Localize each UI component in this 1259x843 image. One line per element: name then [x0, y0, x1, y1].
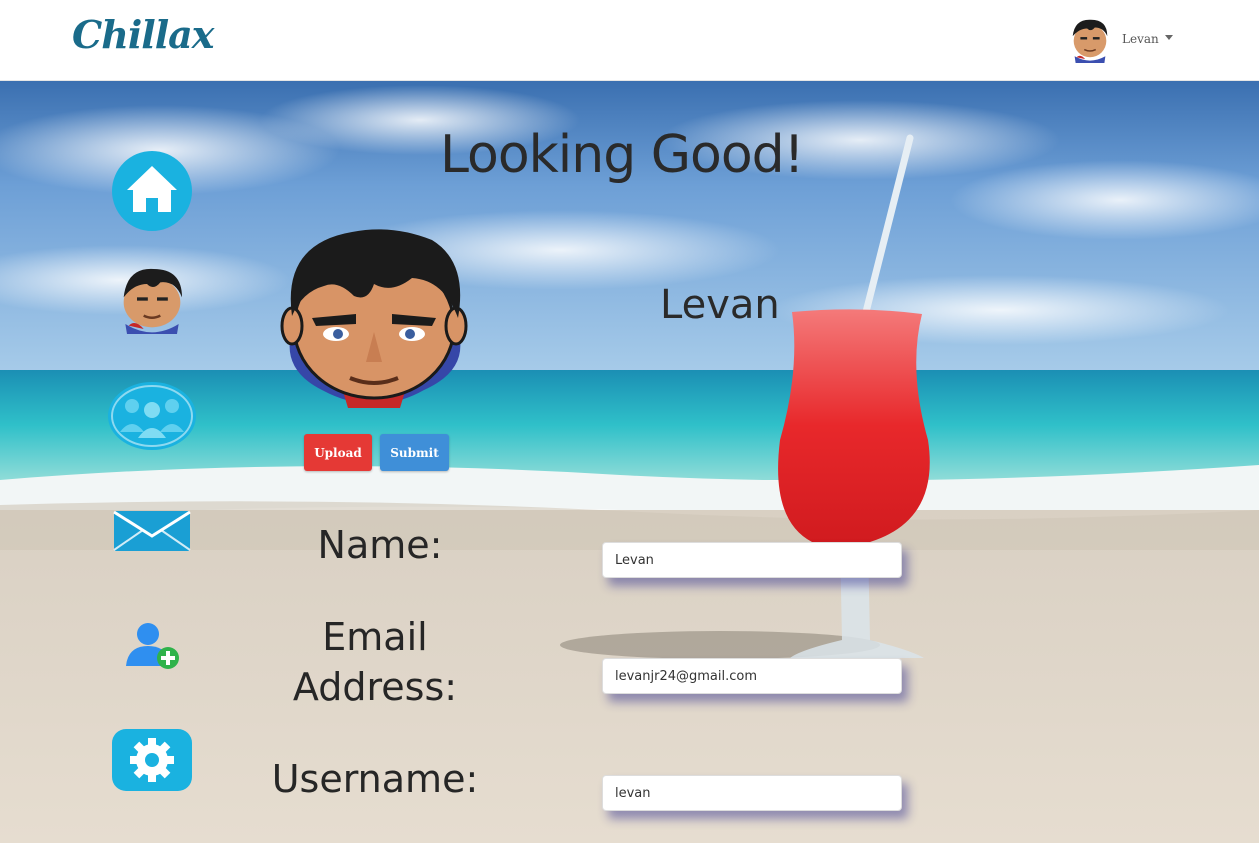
upload-button[interactable]: Upload — [304, 434, 372, 471]
brand-logo[interactable]: Chillax — [72, 12, 214, 57]
email-field[interactable] — [602, 658, 902, 694]
superman-avatar-icon[interactable] — [110, 264, 194, 334]
submit-button[interactable]: Submit — [380, 434, 449, 471]
profile-avatar-image — [280, 229, 468, 408]
chevron-down-icon — [1164, 34, 1173, 40]
navbar: Chillax Levan — [0, 0, 1259, 81]
display-name: Levan — [660, 282, 780, 328]
username-label: Username: — [271, 757, 479, 801]
gear-icon[interactable] — [112, 729, 192, 791]
superman-avatar-icon — [1072, 19, 1108, 63]
username-field[interactable] — [602, 775, 902, 811]
group-icon[interactable] — [106, 380, 198, 452]
username-label: Levan — [1122, 32, 1159, 46]
envelope-icon[interactable] — [113, 510, 191, 552]
home-icon[interactable] — [111, 150, 193, 232]
user-menu-toggle[interactable]: Levan — [1066, 14, 1176, 64]
email-label: Email Address: — [270, 612, 480, 712]
add-user-icon[interactable] — [124, 620, 180, 670]
page-title: Looking Good! — [440, 125, 805, 185]
name-field[interactable] — [602, 542, 902, 578]
email-label-line1: Email — [322, 615, 428, 659]
name-label: Name: — [317, 523, 443, 567]
beach-background: Looking Good! Levan Upload Submit Name: … — [0, 80, 1259, 843]
email-label-line2: Address: — [292, 665, 458, 709]
